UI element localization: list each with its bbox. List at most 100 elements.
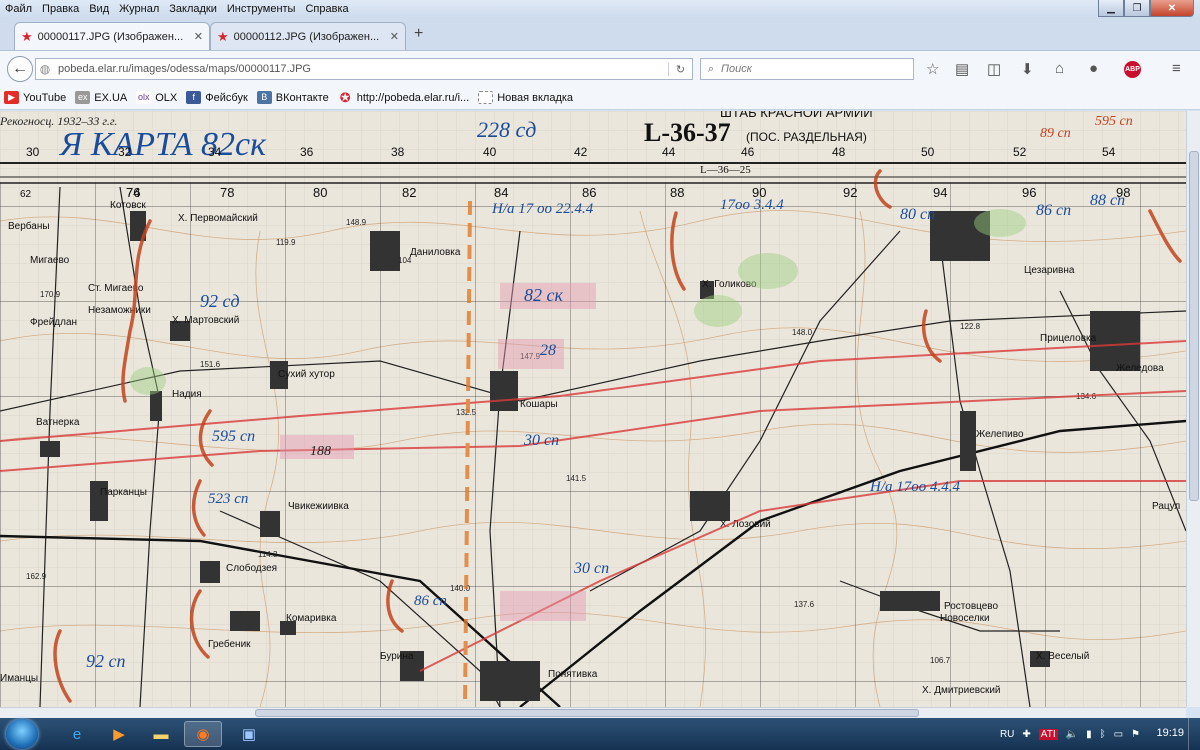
close-button[interactable]: ✕ xyxy=(1150,0,1194,17)
youtube-icon: ▶ xyxy=(4,91,19,104)
height-label: 122.8 xyxy=(960,322,981,331)
bookmark-olx[interactable]: olx OLX xyxy=(136,91,177,104)
place-label: Х. Первомайский xyxy=(178,213,258,224)
olx-icon: olx xyxy=(136,91,152,104)
place-label: Мигаево xyxy=(30,255,70,266)
page-icon xyxy=(478,91,494,104)
place-label: Чвикежиивка xyxy=(288,501,349,512)
chat-icon[interactable]: ● xyxy=(1089,60,1098,77)
home-icon[interactable]: ⌂ xyxy=(1055,60,1064,77)
grid-label: 82 xyxy=(402,185,416,200)
unit-label: Н/а 17 оо 22.4.4 xyxy=(491,201,594,217)
sub-sheet: L—36—25 xyxy=(700,164,751,176)
language-indicator[interactable]: RU xyxy=(1000,729,1014,740)
unit-label: 88 сп xyxy=(1090,192,1125,209)
close-tab-icon[interactable]: ✕ xyxy=(194,30,203,43)
grid-label: 52 xyxy=(1013,145,1027,159)
navigation-bar: ← ◍ pobeda.elar.ru/images/odessa/maps/00… xyxy=(0,50,1200,86)
bookmark-exua[interactable]: ex EX.UA xyxy=(75,91,127,104)
bookmark-newtab[interactable]: Новая вкладка xyxy=(478,91,573,104)
show-desktop-button[interactable] xyxy=(1188,718,1200,750)
search-icon: ⌕ xyxy=(707,62,715,75)
reload-icon[interactable]: ↻ xyxy=(668,62,692,76)
security-icon[interactable]: ✚ xyxy=(1022,729,1030,740)
grid-label: 96 xyxy=(1022,185,1036,200)
corner-unit: 595 сп xyxy=(1095,114,1133,129)
volume-icon[interactable]: 🔈 xyxy=(1066,729,1078,740)
height-label: 114.3 xyxy=(258,550,278,559)
facebook-icon: f xyxy=(186,91,202,104)
clock[interactable]: 19:19 xyxy=(1156,727,1184,739)
download-icon[interactable]: ⬇ xyxy=(1021,60,1034,78)
close-tab-icon[interactable]: ✕ xyxy=(390,30,399,43)
menu-file[interactable]: Файл xyxy=(0,0,37,19)
save-icon[interactable]: ▣ xyxy=(230,721,268,747)
search-input[interactable]: ⌕ Поиск xyxy=(700,58,914,80)
monitor-icon[interactable]: ▭ xyxy=(1114,729,1123,740)
unit-label: Н/а 17оо 4.4.4 xyxy=(869,479,961,495)
start-button[interactable] xyxy=(6,719,38,749)
unit-label: 82 ск xyxy=(524,285,563,305)
menu-edit[interactable]: Правка xyxy=(37,0,84,19)
image-viewport[interactable]: Рекогносц. 1932–33 г.г. Я КАРТА 82ск 228… xyxy=(0,111,1186,707)
bookmark-star-icon[interactable]: ☆ xyxy=(926,60,939,78)
place-label: Незаможники xyxy=(88,305,151,316)
explorer-icon[interactable]: ▬ xyxy=(142,721,180,747)
menu-tools[interactable]: Инструменты xyxy=(222,0,301,19)
bookmark-label: Фейсбук xyxy=(205,91,248,104)
bookmark-facebook[interactable]: f Фейсбук xyxy=(186,91,248,104)
height-label: 141.5 xyxy=(566,474,587,483)
tab-active[interactable]: ★ 00000117.JPG (Изображен... ✕ xyxy=(14,22,210,50)
bookmark-label: YouTube xyxy=(23,91,67,104)
place-label: Фрейдлан xyxy=(30,317,77,328)
vertical-scroll-thumb[interactable] xyxy=(1189,151,1199,501)
url-text[interactable]: pobeda.elar.ru/images/odessa/maps/000001… xyxy=(54,63,668,75)
vertical-scrollbar[interactable] xyxy=(1186,111,1200,707)
grid-label: 78 xyxy=(220,185,234,200)
firefox-icon[interactable]: ◉ xyxy=(184,721,222,747)
menu-view[interactable]: Вид xyxy=(84,0,114,19)
ie-icon[interactable]: e xyxy=(58,721,96,747)
media-player-icon[interactable]: ▶ xyxy=(100,721,138,747)
bookmark-vk[interactable]: B ВКонтакте xyxy=(256,91,329,104)
network-icon[interactable]: ▮ xyxy=(1086,729,1092,740)
grid-label: 48 xyxy=(832,145,846,159)
ati-icon[interactable]: ATI xyxy=(1038,728,1058,740)
new-tab-button[interactable]: + xyxy=(414,25,423,43)
height-label: 151.6 xyxy=(200,360,221,369)
height-label: 148.0 xyxy=(792,328,813,337)
adblock-icon[interactable]: ABP xyxy=(1124,61,1141,78)
url-bar[interactable]: ◍ pobeda.elar.ru/images/odessa/maps/0000… xyxy=(35,58,693,80)
height-label: 104 xyxy=(398,256,412,265)
place-label: Прицеловка xyxy=(1040,333,1097,344)
horizontal-scroll-thumb[interactable] xyxy=(255,709,919,717)
grid-label: 32 xyxy=(118,145,132,159)
flag-icon[interactable]: ⚑ xyxy=(1131,729,1140,740)
grid-label: 34 xyxy=(208,145,222,159)
grid-label: 80 xyxy=(313,185,327,200)
library-icon[interactable]: ▤ xyxy=(955,60,969,78)
pocket-icon[interactable]: ◫ xyxy=(987,60,1001,78)
minimize-button[interactable]: ▁ xyxy=(1098,0,1124,17)
maximize-button[interactable]: ❐ xyxy=(1124,0,1150,17)
grid-label: 46 xyxy=(741,145,755,159)
window-controls: ▁ ❐ ✕ xyxy=(1098,0,1194,17)
menu-history[interactable]: Журнал xyxy=(114,0,164,19)
unit-label: 28 xyxy=(540,342,556,359)
horizontal-scrollbar[interactable] xyxy=(0,707,1186,718)
military-map[interactable]: Рекогносц. 1932–33 г.г. Я КАРТА 82ск 228… xyxy=(0,111,1186,707)
unit-label: 86 сп xyxy=(414,593,447,609)
place-label: Х. Дмитриевский xyxy=(922,685,1001,696)
menu-help[interactable]: Справка xyxy=(300,0,353,19)
bookmark-pobeda[interactable]: ✪ http://pobeda.elar.ru/i... xyxy=(338,91,469,104)
bookmark-youtube[interactable]: ▶ YouTube xyxy=(4,91,66,104)
bluetooth-icon[interactable]: ᛒ xyxy=(1100,729,1106,740)
back-button[interactable]: ← xyxy=(7,56,33,82)
height-label: 119.9 xyxy=(276,238,296,247)
bookmark-label: EX.UA xyxy=(94,91,128,104)
menu-bookmarks[interactable]: Закладки xyxy=(164,0,222,19)
unit-label: 523 сп xyxy=(208,491,248,507)
tab-inactive[interactable]: ★ 00000112.JPG (Изображен... ✕ xyxy=(210,22,406,50)
place-label: Слободзея xyxy=(226,562,277,574)
menu-icon[interactable]: ≡ xyxy=(1172,60,1181,77)
